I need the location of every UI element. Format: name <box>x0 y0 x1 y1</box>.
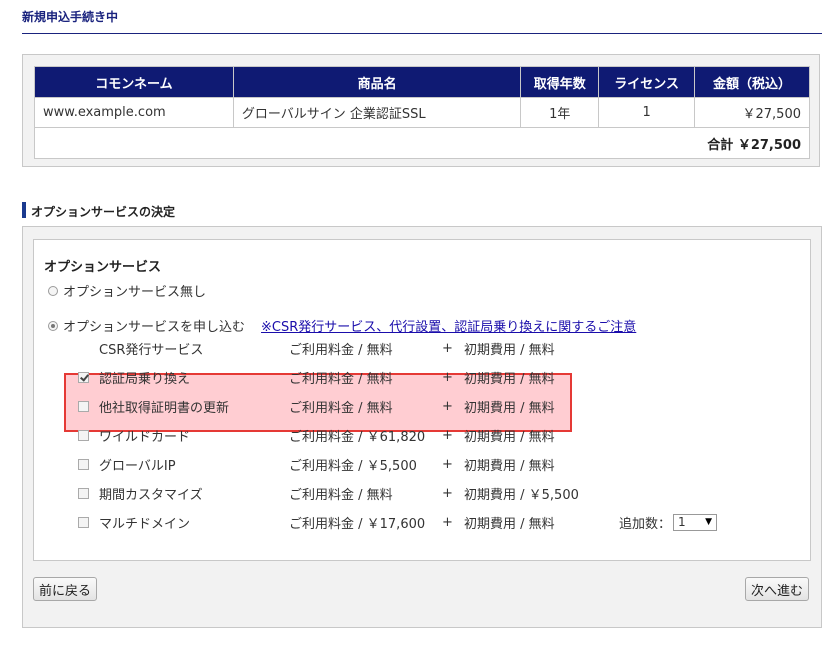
section-heading-text: オプションサービスの決定 <box>31 205 176 219</box>
radio-button-selected[interactable] <box>48 320 58 331</box>
header-years: 取得年数 <box>520 66 600 98</box>
table-row: www.example.com グローバルサイン 企業認証SSL 1年 1 ￥2… <box>34 97 810 128</box>
service-initial-fee: 初期費用 / 無料 <box>464 458 555 474</box>
service-initial-fee: 初期費用 / 無料 <box>464 400 555 416</box>
service-row-global-ip: グローバルIP ご利用料金 / ￥5,500 + 初期費用 / 無料 <box>78 452 758 476</box>
cell-product: グローバルサイン 企業認証SSL <box>232 97 522 128</box>
page-title: 新規申込手続き中 <box>22 8 822 34</box>
section-heading: オプションサービスの決定 <box>22 202 176 220</box>
service-fee: ご利用料金 / 無料 <box>289 487 393 503</box>
service-row-wildcard: ワイルドカード ご利用料金 / ￥61,820 + 初期費用 / 無料 <box>78 423 758 447</box>
additional-count-group: 追加数： 1 ▼ <box>619 513 718 532</box>
plus-sign: + <box>442 427 453 443</box>
header-license: ライセンス <box>598 66 696 98</box>
checkbox-checked[interactable] <box>78 371 89 383</box>
select-value: 1 <box>678 515 686 529</box>
service-row-multi-domain: マルチドメイン ご利用料金 / ￥17,600 + 初期費用 / 無料 追加数：… <box>78 510 758 534</box>
cell-license: 1 <box>598 97 696 128</box>
options-panel: オプションサービス オプションサービス無し オプションサービスを申し込む ※CS… <box>22 226 822 628</box>
service-name: 認証局乗り換え <box>99 371 191 387</box>
plus-sign: + <box>442 398 453 414</box>
radio-button[interactable] <box>48 285 58 296</box>
header-common-name: コモンネーム <box>34 66 234 98</box>
service-initial-fee: 初期費用 / 無料 <box>464 516 555 532</box>
service-initial-fee: 初期費用 / ￥5,500 <box>464 487 579 503</box>
plus-sign: + <box>442 456 453 472</box>
radio-label: オプションサービス無し <box>63 285 207 300</box>
service-fee: ご利用料金 / ￥5,500 <box>289 458 417 474</box>
total-amount: 合計 ￥27,500 <box>34 127 810 159</box>
service-fee: ご利用料金 / 無料 <box>289 342 393 358</box>
cell-years: 1年 <box>520 97 600 128</box>
total-row: 合計 ￥27,500 <box>34 127 810 159</box>
service-name: グローバルIP <box>99 458 176 474</box>
service-row-period-custom: 期間カスタマイズ ご利用料金 / 無料 + 初期費用 / ￥5,500 <box>78 481 758 505</box>
plus-sign: + <box>442 340 453 356</box>
chevron-down-icon: ▼ <box>705 517 713 527</box>
notice-link[interactable]: ※CSR発行サービス、代行設置、認証局乗り換えに関するご注意 <box>261 316 636 335</box>
radio-label: オプションサービスを申し込む <box>63 320 246 335</box>
plus-sign: + <box>442 369 453 385</box>
cell-common-name: www.example.com <box>34 97 234 128</box>
service-row-ca-switch: 認証局乗り換え ご利用料金 / 無料 + 初期費用 / 無料 <box>78 365 758 389</box>
checkbox[interactable] <box>78 516 89 528</box>
service-row-renewal: 他社取得証明書の更新 ご利用料金 / 無料 + 初期費用 / 無料 <box>78 394 758 418</box>
service-name: ワイルドカード <box>99 429 191 445</box>
plus-sign: + <box>442 514 453 530</box>
checkbox[interactable] <box>78 400 89 412</box>
order-summary-panel: コモンネーム 商品名 取得年数 ライセンス 金額（税込） www.example… <box>22 54 820 167</box>
header-amount: 金額（税込） <box>694 66 810 98</box>
checkbox[interactable] <box>78 429 89 441</box>
additional-count-select[interactable]: 1 ▼ <box>673 513 718 531</box>
additional-count-label: 追加数： <box>619 516 672 532</box>
service-fee: ご利用料金 / ￥61,820 <box>289 429 426 445</box>
service-name: CSR発行サービス <box>99 342 204 358</box>
service-initial-fee: 初期費用 / 無料 <box>464 342 555 358</box>
service-initial-fee: 初期費用 / 無料 <box>464 429 555 445</box>
checkbox[interactable] <box>78 458 89 470</box>
cell-amount: ￥27,500 <box>694 97 810 128</box>
radio-no-options[interactable]: オプションサービス無し <box>48 281 206 300</box>
service-name: 期間カスタマイズ <box>99 487 203 503</box>
service-row-csr: CSR発行サービス ご利用料金 / 無料 + 初期費用 / 無料 <box>78 336 758 360</box>
back-button[interactable]: 前に戻る <box>33 577 98 601</box>
checkbox[interactable] <box>78 487 89 499</box>
radio-apply-options[interactable]: オプションサービスを申し込む ※CSR発行サービス、代行設置、認証局乗り換えに関… <box>48 316 636 335</box>
service-name: 他社取得証明書の更新 <box>99 400 230 416</box>
plus-sign: + <box>442 485 453 501</box>
options-inner-box: オプションサービス オプションサービス無し オプションサービスを申し込む ※CS… <box>33 239 811 561</box>
service-initial-fee: 初期費用 / 無料 <box>464 371 555 387</box>
next-button[interactable]: 次へ進む <box>744 577 809 601</box>
order-table: コモンネーム 商品名 取得年数 ライセンス 金額（税込） www.example… <box>34 66 810 159</box>
options-title: オプションサービス <box>44 260 162 275</box>
heading-bar-marker <box>22 202 26 218</box>
order-table-header: コモンネーム 商品名 取得年数 ライセンス 金額（税込） <box>34 66 810 98</box>
service-name: マルチドメイン <box>99 516 191 532</box>
service-fee: ご利用料金 / 無料 <box>289 371 393 387</box>
header-product: 商品名 <box>232 66 522 98</box>
service-fee: ご利用料金 / ￥17,600 <box>289 516 426 532</box>
service-fee: ご利用料金 / 無料 <box>289 400 393 416</box>
